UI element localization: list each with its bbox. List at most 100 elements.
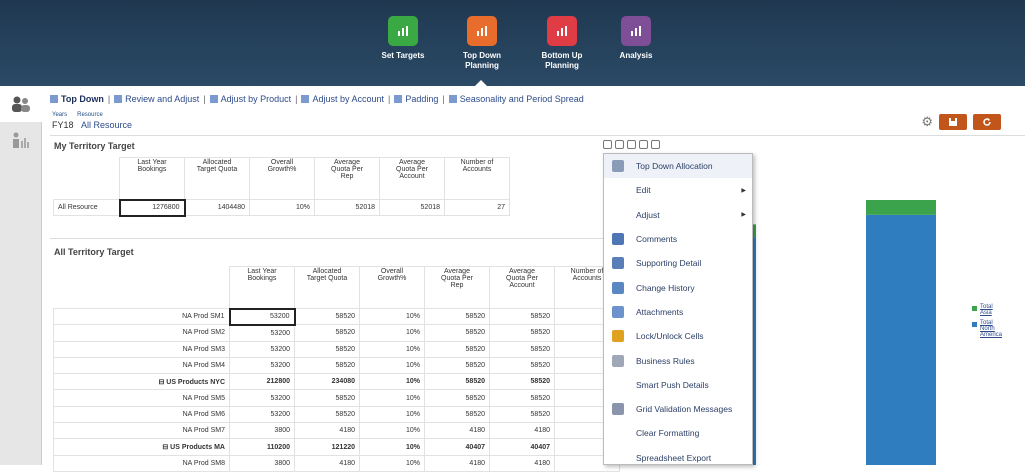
menu-item-top-down-allocation[interactable]: Top Down Allocation [604,154,752,179]
data-cell[interactable]: 58520 [294,340,360,358]
menu-item-lock-unlock-cells[interactable]: Lock/Unlock Cells [604,324,752,348]
data-cell[interactable]: 3800 [229,454,295,472]
menu-item-adjust[interactable]: Adjust ▶ [604,203,752,227]
data-cell[interactable]: 212800 [229,373,295,391]
data-cell[interactable]: 58520 [424,324,490,342]
data-cell[interactable]: 10% [359,356,425,375]
data-cell[interactable]: 10% [359,340,425,358]
data-cell[interactable]: 58520 [489,307,555,326]
data-cell[interactable]: 3800 [229,422,295,440]
maximize-icon[interactable] [651,140,660,149]
data-cell[interactable]: 58520 [489,340,555,358]
data-cell[interactable]: 121220 [294,438,360,456]
data-cell[interactable]: 58520 [489,405,555,424]
data-cell[interactable]: 58520 [424,405,490,424]
save-button[interactable] [939,114,967,130]
tab-5[interactable]: Seasonality and Period Spread [448,94,584,104]
data-cell[interactable]: 58520 [294,324,360,342]
data-cell[interactable]: 1276800 [118,198,186,217]
refresh-button[interactable] [973,114,1001,130]
data-cell[interactable]: 58520 [294,307,360,326]
data-cell[interactable]: 4180 [424,422,490,440]
data-cell[interactable]: 4180 [294,422,360,440]
data-cell[interactable]: 4180 [294,454,360,472]
data-cell[interactable]: 10% [359,405,425,424]
data-cell[interactable]: 10% [359,373,425,391]
data-cell[interactable]: 53200 [229,324,295,342]
refresh-icon[interactable] [627,140,636,149]
data-cell[interactable]: 58520 [424,356,490,375]
data-cell[interactable]: 53200 [229,340,295,358]
data-cell[interactable]: 58520 [424,373,490,391]
menu-item-label: Lock/Unlock Cells [636,331,704,342]
data-cell[interactable]: 58520 [489,356,555,375]
data-cell[interactable]: 58520 [424,389,490,407]
chart-people-icon[interactable] [0,122,42,158]
menu-item-edit[interactable]: Edit ▶ [604,178,752,202]
data-cell[interactable]: 10% [359,307,425,326]
tab-3[interactable]: Adjust by Account [301,94,384,104]
tab-4[interactable]: Padding [394,94,438,104]
settings-icon[interactable] [603,140,612,149]
nav-item-label: Set Targets [381,51,425,60]
data-cell[interactable]: 110200 [229,438,295,456]
year-selector[interactable]: FY18 [52,120,74,130]
legend-label[interactable]: Total Asia [980,304,993,316]
data-cell[interactable]: 27 [444,199,510,216]
menu-item-clear-formatting[interactable]: Clear Formatting [604,421,752,445]
tab-2[interactable]: Adjust by Product [209,94,291,104]
menu-item-grid-validation-messages[interactable]: Grid Validation Messages [604,397,752,421]
link-icon[interactable] [639,140,648,149]
chart-icon[interactable] [615,140,624,149]
data-cell[interactable]: 10% [359,324,425,342]
data-cell[interactable]: 58520 [424,307,490,326]
gear-icon[interactable]: ⚙ [921,114,933,130]
menu-item-label: Adjust [636,209,660,220]
data-cell[interactable]: 58520 [424,340,490,358]
tab-1[interactable]: Review and Adjust [114,94,199,104]
data-cell[interactable]: 58520 [489,389,555,407]
bar-1-1 [866,214,936,465]
data-cell[interactable]: 1404480 [184,199,250,216]
data-cell[interactable]: 10% [359,422,425,440]
data-cell[interactable]: 53200 [229,389,295,407]
all-territory-grid: Last Year Bookings Allocated Target Quota… [53,266,620,472]
nav-item-3[interactable]: Analysis [600,16,672,61]
resource-selector[interactable]: All Resource [81,120,132,130]
legend-label[interactable]: Total North America [980,320,1002,338]
data-cell[interactable]: 58520 [489,373,555,391]
tab-0[interactable]: Top Down [50,94,104,104]
data-cell[interactable]: 4180 [489,454,555,472]
menu-item-smart-push-details[interactable]: Smart Push Details [604,373,752,397]
data-cell[interactable]: 52018 [379,199,445,216]
menu-item-supporting-detail[interactable]: Supporting Detail [604,251,752,275]
data-cell[interactable]: 58520 [294,389,360,407]
people-icon[interactable] [0,86,42,122]
data-cell[interactable]: 58520 [294,405,360,424]
menu-item-spreadsheet-export[interactable]: Spreadsheet Export [604,446,752,470]
data-cell[interactable]: 10% [359,389,425,407]
nav-item-0[interactable]: Set Targets [367,16,439,61]
data-cell[interactable]: 10% [249,199,315,216]
menu-item-attachments[interactable]: Attachments [604,300,752,324]
data-cell[interactable]: 53200 [229,356,295,375]
data-cell[interactable]: 58520 [489,324,555,342]
nav-item-1[interactable]: Top Down Planning [446,16,518,71]
data-cell[interactable]: 10% [359,438,425,456]
column-header: Average Quota Per Rep [424,266,490,309]
menu-item-change-history[interactable]: Change History [604,275,752,299]
table-row: ⊟ US Products NYC 212800 234080 10% 58520 585… [53,373,620,391]
data-cell[interactable]: 4180 [489,422,555,440]
menu-item-comments[interactable]: Comments [604,227,752,251]
data-cell[interactable]: 53200 [228,307,296,326]
data-cell[interactable]: 40407 [424,438,490,456]
nav-item-2[interactable]: Bottom Up Planning [526,16,598,71]
data-cell[interactable]: 53200 [229,405,295,424]
data-cell[interactable]: 40407 [489,438,555,456]
data-cell[interactable]: 4180 [424,454,490,472]
data-cell[interactable]: 10% [359,454,425,472]
data-cell[interactable]: 58520 [294,356,360,375]
data-cell[interactable]: 234080 [294,373,360,391]
data-cell[interactable]: 52018 [314,199,380,216]
menu-item-business-rules[interactable]: Business Rules [604,348,752,372]
